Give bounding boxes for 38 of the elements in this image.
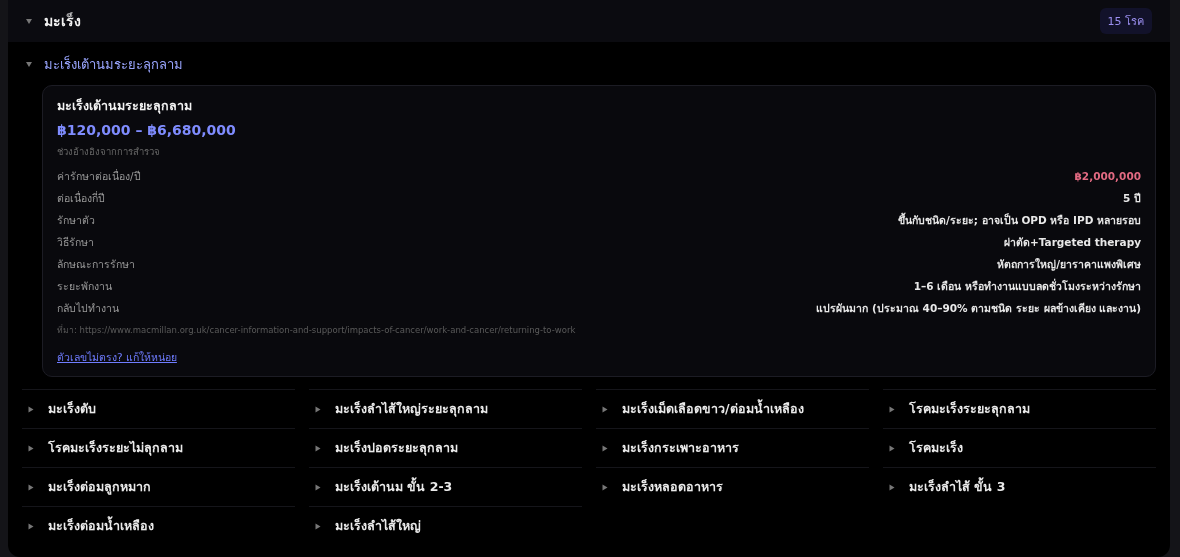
disease-item[interactable]: มะเร็งลำไส้ใหญ่ [309, 506, 582, 545]
disease-item[interactable]: มะเร็งเต้านม ขั้น 2-3 [309, 467, 582, 506]
count-badge: 15 โรค [1099, 8, 1152, 34]
disease-item[interactable]: มะเร็งกระเพาะอาหาร [596, 428, 869, 467]
section-title: มะเร็ง [44, 11, 82, 31]
detail-label: กลับไปทำงาน [57, 300, 119, 316]
caret-icon[interactable] [26, 62, 32, 67]
detail-label: ระยะพักงาน [57, 278, 112, 294]
card-title: มะเร็งเต้านมระยะลุกลาม [57, 97, 193, 116]
detail-value: แปรผันมาก (ประมาณ 40–90% ตามชนิด ระยะ ผลข้างเคียง และงาน) [816, 300, 1141, 316]
detail-value: 1–6 เดือน หรือทำงานแบบลดชั่วโมงระหว่างรักษา [913, 277, 1141, 294]
section-header[interactable]: มะเร็ง 15 โรค [8, 0, 1170, 42]
cost-range: ฿120,000 – ฿6,680,000 [57, 122, 237, 138]
detail-label: วิธีรักษา [57, 234, 94, 250]
subsection-title[interactable]: มะเร็งเต้านมระยะลุกลาม [44, 54, 183, 75]
report-link[interactable]: ตัวเลขไม่ตรง? แก้ให้หน่อย [57, 349, 177, 366]
disease-item[interactable]: มะเร็งตับ [22, 389, 295, 428]
detail-label: ค่ารักษาต่อเนื่อง/ปี [57, 168, 141, 184]
detail-value: ขึ้นกับชนิด/ระยะ; อาจเป็น OPD หรือ IPD หลายรอบ [898, 211, 1141, 228]
disease-item[interactable]: มะเร็งปอดระยะลุกลาม [309, 428, 582, 467]
detail-value: ผ่าตัด+Targeted therapy [1003, 234, 1141, 250]
disease-item[interactable]: โรคมะเร็งระยะไม่ลุกลาม [22, 428, 295, 467]
detail-label: รักษาตัว [57, 212, 95, 228]
detail-label: ลักษณะการรักษา [57, 256, 135, 272]
detail-value: ฿2,000,000 [1074, 170, 1141, 182]
detail-label: ต่อเนื่องกี่ปี [57, 190, 105, 206]
source-text: ที่มา: https://www.macmillan.org.uk/cancer-information-and-support/impacts-of-cancer/work-and-cancer/returning-to-work [57, 323, 577, 337]
disease-item[interactable]: มะเร็งลำไส้ใหญ่ระยะลุกลาม [309, 389, 582, 428]
disease-item[interactable]: มะเร็งหลอดอาหาร [596, 467, 869, 506]
disease-item[interactable]: โรคมะเร็ง [883, 428, 1156, 467]
range-note: ช่วงอ้างอิงจากการสำรวจ [57, 145, 161, 159]
disease-item[interactable]: โรคมะเร็งระยะลุกลาม [883, 389, 1156, 428]
detail-value: หัตถการใหญ่/ยาราคาแพงพิเศษ [997, 256, 1141, 273]
disease-item[interactable]: มะเร็งลำไส้ ขั้น 3 [883, 467, 1156, 506]
disease-item[interactable]: มะเร็งต่อมลูกหมาก [22, 467, 295, 506]
detail-value: 5 ปี [1123, 190, 1141, 206]
disease-item[interactable]: มะเร็งต่อมน้ำเหลือง [22, 506, 295, 545]
disease-item[interactable]: มะเร็งเม็ดเลือดขาว/ต่อมน้ำเหลือง [596, 389, 869, 428]
